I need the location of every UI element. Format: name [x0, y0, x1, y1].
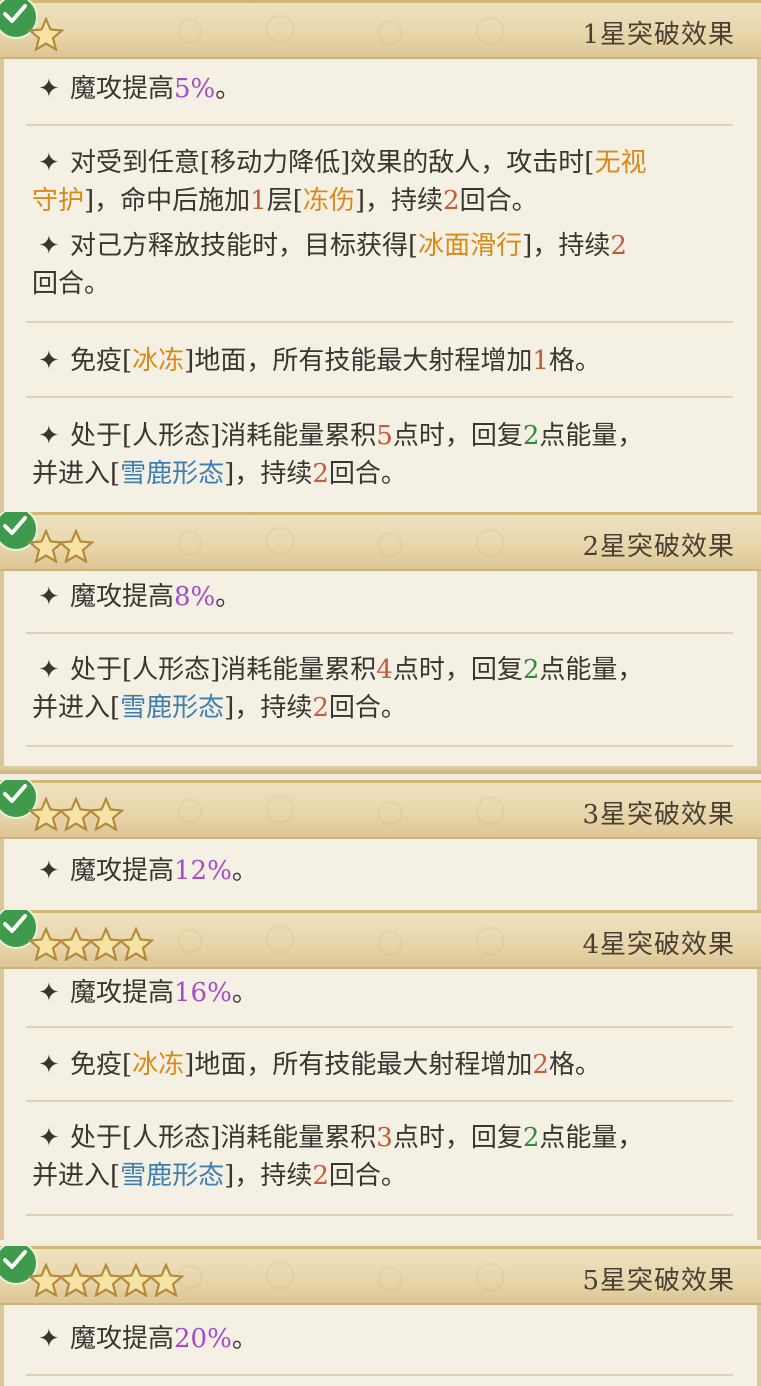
- frame-border: [0, 0, 4, 512]
- star-icon: [88, 797, 124, 831]
- effect-item: ✦ 免疫[冰冻]地面，所有技能最大射程增加1格。: [32, 342, 731, 380]
- divider: [26, 632, 733, 634]
- breakthrough-section-2: 2星突破效果 ✦ 魔攻提高8%。 ✦ 处于[人形态]消耗能量累积4点时，回复2点能量…: [0, 512, 761, 774]
- sparkle-icon: ✦: [38, 1123, 60, 1153]
- effect-item: ✦ 对己方释放技能时，目标获得[冰面滑行]，持续2 回合。: [32, 227, 731, 303]
- star-icon: [148, 1263, 184, 1297]
- divider: [26, 745, 733, 747]
- sparkle-icon: ✦: [38, 1324, 60, 1354]
- star-rating: [28, 17, 64, 51]
- sparkle-icon: ✦: [38, 655, 60, 685]
- section-bottom-border: [0, 766, 761, 774]
- sparkle-icon: ✦: [38, 978, 60, 1008]
- effect-item: ✦ 魔攻提高20%。: [32, 1320, 731, 1358]
- sparkle-icon: ✦: [38, 1050, 60, 1080]
- effect-item: ✦ 处于[人形态]消耗能量累积5点时，回复2点能量， 并进入[雪鹿形态]，持续2回合…: [32, 417, 731, 493]
- divider: [26, 1100, 733, 1102]
- sparkle-icon: ✦: [38, 421, 60, 451]
- sparkle-icon: ✦: [38, 74, 60, 104]
- sparkle-icon: ✦: [38, 231, 60, 261]
- header-pattern: [160, 523, 540, 563]
- star-icon: [58, 529, 94, 563]
- header-pattern: [160, 921, 540, 961]
- star-icon: [118, 927, 154, 961]
- star-rating: [28, 1263, 184, 1297]
- divider: [26, 1214, 733, 1216]
- star-rating: [28, 797, 124, 831]
- frame-border: [757, 0, 761, 512]
- section-title: 2星突破效果: [582, 532, 735, 562]
- star-icon: [28, 17, 64, 51]
- effect-item: ✦ 魔攻提高12%。: [32, 852, 731, 890]
- divider: [26, 1026, 733, 1028]
- sparkle-icon: ✦: [38, 148, 60, 178]
- sparkle-icon: ✦: [38, 856, 60, 886]
- section-header: 2星突破效果: [0, 512, 761, 571]
- divider: [26, 321, 733, 323]
- section-title: 5星突破效果: [582, 1266, 735, 1296]
- breakthrough-section-3: 3星突破效果 ✦ 魔攻提高12%。: [0, 780, 761, 910]
- section-header: 5星突破效果: [0, 1246, 761, 1305]
- breakthrough-section-1: 1星突破效果 ✦ 魔攻提高5%。 ✦ 对受到任意[移动力降低]效果的敌人，攻击时[无…: [0, 0, 761, 512]
- sparkle-icon: ✦: [38, 582, 60, 612]
- divider: [26, 1374, 733, 1376]
- section-title: 3星突破效果: [582, 800, 735, 830]
- divider: [26, 124, 733, 126]
- effect-item: ✦ 对受到任意[移动力降低]效果的敌人，攻击时[无视 守护]，命中后施加1层[冻伤]…: [32, 144, 731, 220]
- effect-item: ✦ 处于[人形态]消耗能量累积3点时，回复2点能量， 并进入[雪鹿形态]，持续2回合…: [32, 1119, 731, 1195]
- section-header: 1星突破效果: [0, 0, 761, 59]
- section-header: 3星突破效果: [0, 780, 761, 839]
- star-rating: [28, 529, 94, 563]
- breakthrough-section-4: 4星突破效果 ✦ 魔攻提高16%。 ✦ 免疫[冰冻]地面，所有技能最大射程增加2格。…: [0, 910, 761, 1240]
- header-pattern: [160, 1257, 540, 1297]
- effect-item: ✦ 魔攻提高5%。: [32, 70, 731, 108]
- breakthrough-section-5: 5星突破效果 ✦ 魔攻提高20%。: [0, 1246, 761, 1386]
- divider: [26, 396, 733, 398]
- sparkle-icon: ✦: [38, 346, 60, 376]
- header-pattern: [160, 11, 540, 51]
- section-header: 4星突破效果: [0, 910, 761, 969]
- effect-item: ✦ 处于[人形态]消耗能量累积4点时，回复2点能量， 并进入[雪鹿形态]，持续2回合…: [32, 651, 731, 727]
- effect-item: ✦ 魔攻提高16%。: [32, 974, 731, 1012]
- effect-item: ✦ 魔攻提高8%。: [32, 578, 731, 616]
- effect-item: ✦ 免疫[冰冻]地面，所有技能最大射程增加2格。: [32, 1046, 731, 1084]
- star-rating: [28, 927, 154, 961]
- section-title: 1星突破效果: [582, 20, 735, 50]
- section-title: 4星突破效果: [582, 930, 735, 960]
- header-pattern: [160, 791, 540, 831]
